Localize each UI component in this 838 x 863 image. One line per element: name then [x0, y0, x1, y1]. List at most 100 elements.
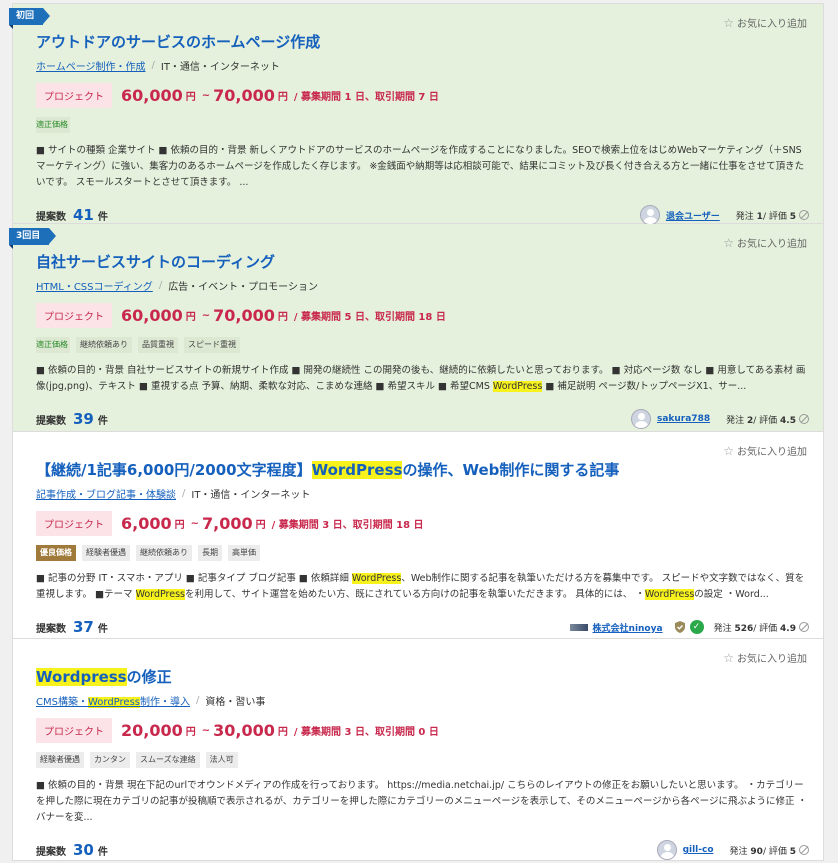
industry-label: IT・通信・インターネット — [191, 490, 311, 501]
job-card[interactable]: 3回目 ☆ お気に入り追加 自社サービスサイトのコーディング HTML・CSSコ… — [9, 224, 824, 435]
job-list: 初回 ☆ お気に入り追加 アウトドアのサービスのホームページ作成 ホームページ制… — [9, 3, 824, 861]
client-stats: 発注 90/ 評価 5 — [729, 846, 796, 857]
proposal-unit: 件 — [97, 624, 108, 635]
category-link[interactable]: HTML・CSSコーディング — [36, 278, 153, 293]
category-breadcrumb: HTML・CSSコーディング / 広告・イベント・プロモーション — [36, 278, 809, 293]
job-title[interactable]: アウトドアのサービスのホームページ作成 — [36, 32, 809, 52]
category-separator: / — [151, 60, 155, 71]
project-badge: プロジェクト — [36, 511, 112, 536]
block-icon[interactable] — [799, 845, 809, 855]
order-count: 526 — [734, 623, 754, 634]
period-info: / 募集期間 5 日、取引期間 18 日 — [293, 312, 446, 323]
avatar[interactable] — [639, 205, 660, 225]
proposal-number: 30 — [73, 841, 94, 859]
price-min: 60,000 — [121, 306, 183, 325]
favorite-label: お気に入り追加 — [737, 654, 807, 665]
favorite-button[interactable]: ☆ お気に入り追加 — [723, 650, 807, 666]
avatar[interactable] — [656, 840, 677, 860]
category-separator: / — [158, 280, 163, 291]
proposal-unit: 件 — [97, 212, 108, 223]
order-count: 2 — [746, 415, 754, 426]
proposal-unit: 件 — [97, 847, 108, 858]
project-badge: プロジェクト — [36, 83, 112, 108]
rating-value: 4.5 — [780, 415, 796, 426]
tag: スピード重視 — [184, 337, 240, 353]
category-link[interactable]: 記事作成・ブログ記事・体験談 — [36, 486, 176, 501]
star-icon: ☆ — [723, 15, 734, 30]
keyword-highlight: WordPress — [87, 697, 140, 708]
star-icon: ☆ — [723, 235, 734, 250]
job-card[interactable]: ☆ お気に入り追加 【継続/1記事6,000円/2000文字程度】WordPre… — [12, 432, 824, 639]
industry-label: IT・通信・インターネット — [160, 62, 280, 73]
keyword-highlight: WordPress — [351, 573, 402, 584]
client-info: sakura788 発注 2/ 評価 4.5 — [630, 409, 809, 429]
star-icon: ☆ — [723, 443, 734, 458]
client-name[interactable]: gill-co — [683, 845, 714, 855]
favorite-button[interactable]: ☆ お気に入り追加 — [723, 235, 807, 251]
favorite-label: お気に入り追加 — [737, 19, 807, 30]
client-info: gill-co 発注 90/ 評価 5 — [656, 840, 809, 860]
period-info: / 募集期間 3 日、取引期間 0 日 — [293, 727, 439, 738]
star-icon: ☆ — [723, 650, 734, 665]
proposal-number: 41 — [73, 206, 94, 224]
yen-unit: 円 — [174, 520, 185, 531]
verified-check-icon: ✓ — [689, 620, 704, 634]
price-row: プロジェクト 6,000 円 ~ 7,000 円 / 募集期間 3 日、取引期間… — [36, 511, 809, 536]
client-info: 退会ユーザー 発注 1/ 評価 5 — [639, 205, 809, 225]
proposal-number: 39 — [73, 410, 94, 428]
job-card[interactable]: 初回 ☆ お気に入り追加 アウトドアのサービスのホームページ作成 ホームページ制… — [9, 3, 824, 225]
favorite-button[interactable]: ☆ お気に入り追加 — [723, 443, 807, 459]
client-name[interactable]: 株式会社ninoya — [593, 621, 663, 634]
category-link[interactable]: CMS構築・WordPress制作・導入 — [36, 693, 190, 708]
proposal-count: 提案数 41 件 — [36, 206, 108, 224]
proposal-count: 提案数 37 件 — [36, 618, 108, 636]
category-breadcrumb: ホームページ制作・作成 / IT・通信・インターネット — [36, 58, 809, 73]
client-stats: 発注 2/ 評価 4.5 — [726, 415, 796, 426]
price-row: プロジェクト 60,000 円 ~ 70,000 円 / 募集期間 5 日、取引… — [36, 303, 809, 328]
rating-value: 5 — [789, 846, 796, 857]
price-tilde: ~ — [201, 90, 211, 101]
block-icon[interactable] — [799, 622, 809, 632]
price-min: 6,000 — [121, 514, 172, 533]
tag: 継続依頼あり — [76, 337, 132, 353]
price-min: 20,000 — [121, 721, 183, 740]
period-info: / 募集期間 3 日、取引期間 18 日 — [271, 520, 424, 531]
block-icon[interactable] — [799, 414, 809, 424]
keyword-highlight: WordPress — [492, 381, 543, 392]
favorite-button[interactable]: ☆ お気に入り追加 — [723, 15, 807, 31]
block-icon[interactable] — [799, 210, 809, 220]
client-name[interactable]: sakura788 — [657, 414, 710, 424]
job-title[interactable]: 【継続/1記事6,000円/2000文字程度】WordPressの操作、Web制… — [36, 460, 809, 480]
rating-value: 4.9 — [780, 623, 796, 634]
keyword-highlight: WordPress — [644, 589, 695, 600]
yen-unit: 円 — [255, 520, 266, 531]
price-max: 30,000 — [213, 721, 275, 740]
tag: 経験者優遇 — [82, 545, 130, 561]
proposal-label: 提案数 — [36, 212, 66, 223]
proposal-unit: 件 — [97, 416, 108, 427]
keyword-highlight: WordPress — [311, 461, 403, 479]
proposal-count: 提案数 30 件 — [36, 841, 108, 859]
card-footer: 提案数 39 件 sakura788 発注 2/ 評価 4.5 — [36, 403, 809, 435]
tag: 適正価格 — [36, 117, 70, 133]
period-info: / 募集期間 1 日、取引期間 7 日 — [293, 92, 439, 103]
category-link[interactable]: ホームページ制作・作成 — [36, 58, 146, 73]
price-row: プロジェクト 20,000 円 ~ 30,000 円 / 募集期間 3 日、取引… — [36, 718, 809, 743]
price-max: 7,000 — [202, 514, 253, 533]
tag-list: 優良価格 経験者優遇 継続依頼あり 長期 高単価 — [36, 545, 809, 561]
price-tilde: ~ — [201, 310, 211, 321]
job-title[interactable]: Wordpressの修正 — [36, 667, 809, 687]
keyword-highlight: WordPress — [135, 589, 185, 600]
company-logo[interactable] — [569, 623, 588, 631]
price-max: 70,000 — [213, 306, 275, 325]
tag: 経験者優遇 — [36, 752, 84, 768]
tag-list: 適正価格 継続依頼あり 品質重視 スピード重視 — [36, 337, 809, 353]
tag: スムーズな連絡 — [136, 752, 200, 768]
avatar[interactable] — [630, 409, 651, 429]
job-title[interactable]: 自社サービスサイトのコーディング — [36, 252, 809, 272]
proposal-label: 提案数 — [36, 416, 66, 427]
yen-unit: 円 — [185, 312, 196, 323]
client-name[interactable]: 退会ユーザー — [666, 209, 720, 222]
job-card[interactable]: ☆ お気に入り追加 Wordpressの修正 CMS構築・WordPress制作… — [12, 639, 824, 861]
job-description: ■ 依頼の目的・背景 現在下記のurlでオウンドメディアの作成を行っております。… — [36, 780, 808, 823]
